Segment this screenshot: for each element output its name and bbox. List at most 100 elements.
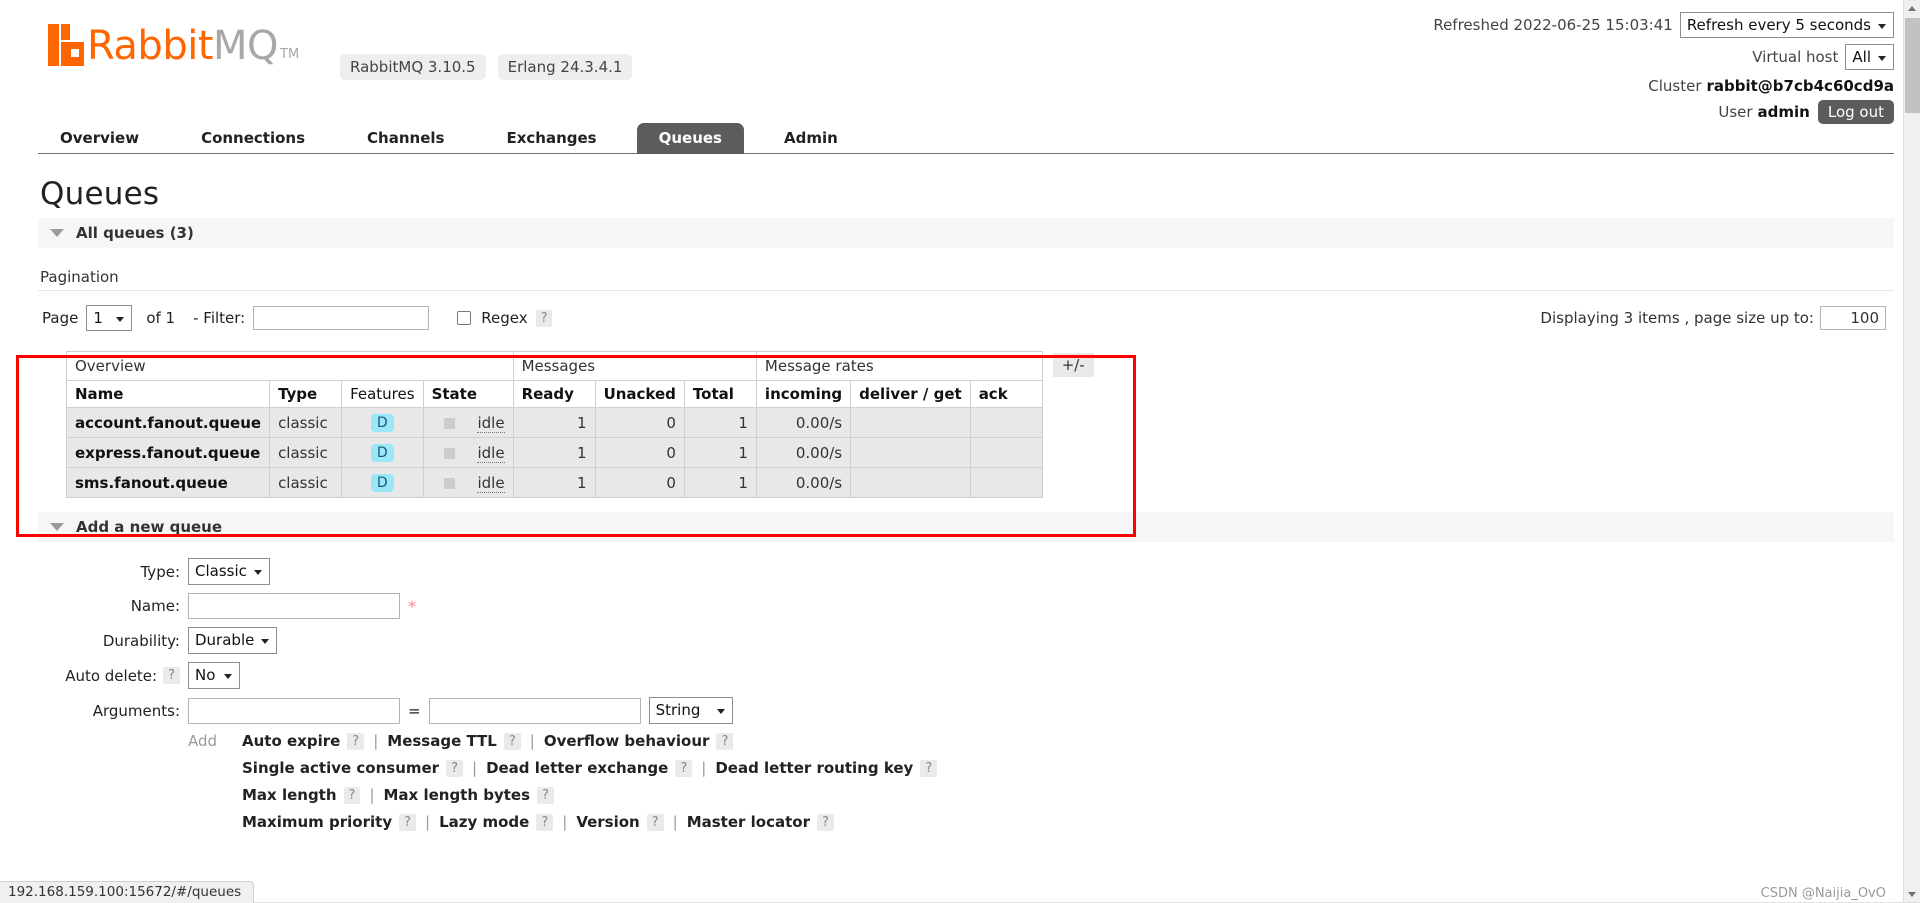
preset-overflow-behaviour[interactable]: Overflow behaviour <box>544 732 710 750</box>
auto-delete-select[interactable]: No <box>188 662 240 689</box>
collapse-caret-icon[interactable] <box>50 229 64 237</box>
preset-dead-letter-routing-key[interactable]: Dead letter routing key <box>715 759 913 777</box>
table-row[interactable]: express.fanout.queue classic D idle 1 0 … <box>65 437 1043 468</box>
dead-letter-exchange-help-icon[interactable]: ? <box>675 759 693 777</box>
page-size-input[interactable]: 100 <box>1820 306 1886 330</box>
version-badges: RabbitMQ 3.10.5 Erlang 24.3.4.1 <box>340 54 633 80</box>
queues-table-area: Overview Messages Message rates Name Typ… <box>38 341 1894 498</box>
rabbitmq-logo[interactable]: RabbitMQ TM <box>48 24 299 66</box>
column-header-ack[interactable]: ack <box>969 380 1043 408</box>
version-help-icon[interactable]: ? <box>646 813 664 831</box>
preset-message-ttl[interactable]: Message TTL <box>387 732 497 750</box>
add-queue-section-header[interactable]: Add a new queue <box>38 512 1894 542</box>
preset-separator: | <box>562 813 568 831</box>
scroll-down-arrow-icon[interactable] <box>1904 886 1920 903</box>
queue-features-cell: D <box>341 437 424 468</box>
queue-unacked-cell: 0 <box>594 407 685 438</box>
preset-version[interactable]: Version <box>576 813 639 831</box>
preset-max-length[interactable]: Max length <box>242 786 337 804</box>
max-length-help-icon[interactable]: ? <box>343 786 361 804</box>
regex-checkbox[interactable] <box>457 311 472 325</box>
column-header-state[interactable]: State <box>422 380 514 408</box>
single-active-consumer-help-icon[interactable]: ? <box>446 759 463 777</box>
vertical-scrollbar[interactable] <box>1903 0 1920 903</box>
message-ttl-help-icon[interactable]: ? <box>503 732 521 750</box>
argument-key-input[interactable] <box>188 697 400 724</box>
preset-auto-expire[interactable]: Auto expire <box>242 732 340 750</box>
column-header-ready[interactable]: Ready <box>512 380 596 408</box>
queue-unacked-cell: 0 <box>594 467 685 498</box>
queue-type-select[interactable]: Classic <box>188 558 270 585</box>
user-label: User <box>1718 103 1753 121</box>
maximum-priority-help-icon[interactable]: ? <box>399 813 417 831</box>
preset-maximum-priority[interactable]: Maximum priority <box>242 813 392 831</box>
column-header-total[interactable]: Total <box>683 380 757 408</box>
queue-ready-cell: 1 <box>512 467 596 498</box>
auto-delete-help-icon[interactable]: ? <box>163 667 180 684</box>
status-bar-url: 192.168.159.100:15672/#/queues <box>0 881 255 903</box>
column-header-deliver-get[interactable]: deliver / get <box>850 380 971 408</box>
scroll-up-arrow-icon[interactable] <box>1904 0 1920 17</box>
add-argument-link[interactable]: Add <box>188 732 224 750</box>
queue-ready-cell: 1 <box>512 437 596 468</box>
erlang-version-badge: Erlang 24.3.4.1 <box>497 54 633 80</box>
queue-name-cell[interactable]: sms.fanout.queue <box>65 467 271 498</box>
master-locator-help-icon[interactable]: ? <box>816 813 834 831</box>
main-navigation: Overview Connections Channels Exchanges … <box>38 122 1894 154</box>
page-number-select[interactable]: 1 <box>86 305 133 331</box>
logo-text-mq: MQ <box>213 23 279 69</box>
all-queues-section-header[interactable]: All queues (3) <box>38 218 1894 248</box>
tab-queues[interactable]: Queues <box>636 123 744 154</box>
column-header-unacked[interactable]: Unacked <box>594 380 685 408</box>
preset-dead-letter-exchange[interactable]: Dead letter exchange <box>486 759 668 777</box>
overflow-behaviour-help-icon[interactable]: ? <box>716 732 734 750</box>
column-header-features[interactable]: Features <box>341 380 424 408</box>
user-row: User admin Log out <box>1433 100 1894 124</box>
queue-name-cell[interactable]: express.fanout.queue <box>65 437 271 468</box>
argument-value-input[interactable] <box>428 697 641 724</box>
collapse-caret-icon[interactable] <box>50 523 64 531</box>
page-content: Queues All queues (3) Pagination Page 1 … <box>0 176 1920 831</box>
pagination-divider <box>38 290 1894 291</box>
tab-channels[interactable]: Channels <box>345 123 466 154</box>
cluster-name: rabbit@b7cb4c60cd9a <box>1706 77 1895 95</box>
dead-letter-routing-key-help-icon[interactable]: ? <box>920 759 938 777</box>
auto-expire-help-icon[interactable]: ? <box>347 732 365 750</box>
logout-button[interactable]: Log out <box>1817 100 1894 124</box>
queue-name-cell[interactable]: account.fanout.queue <box>65 407 271 438</box>
queue-state-text: idle <box>477 443 505 463</box>
preset-master-locator[interactable]: Master locator <box>687 813 810 831</box>
preset-single-active-consumer[interactable]: Single active consumer <box>242 759 439 777</box>
form-row-arguments: Arguments: = String <box>38 697 1894 724</box>
queue-state-text: idle <box>477 473 505 493</box>
page-header: RabbitMQ TM RabbitMQ 3.10.5 Erlang 24.3.… <box>0 0 1920 124</box>
group-header-messages: Messages <box>512 351 757 381</box>
tab-connections[interactable]: Connections <box>179 123 327 154</box>
table-row[interactable]: account.fanout.queue classic D idle 1 0 … <box>65 407 1043 438</box>
preset-max-length-bytes[interactable]: Max length bytes <box>384 786 531 804</box>
queue-ready-cell: 1 <box>512 407 596 438</box>
user-name: admin <box>1757 103 1810 121</box>
column-header-incoming[interactable]: incoming <box>755 380 852 408</box>
filter-input[interactable] <box>253 306 430 330</box>
table-row[interactable]: sms.fanout.queue classic D idle 1 0 1 0.… <box>65 467 1043 498</box>
column-toggle-button[interactable]: +/- <box>1052 353 1094 377</box>
scrollbar-thumb[interactable] <box>1905 18 1920 113</box>
vhost-select[interactable]: All <box>1845 44 1894 70</box>
durability-select[interactable]: Durable <box>188 627 278 654</box>
refresh-interval-select[interactable]: Refresh every 5 seconds <box>1679 12 1894 38</box>
argument-type-select[interactable]: String <box>648 697 733 724</box>
queue-name-input[interactable] <box>188 593 400 619</box>
tab-exchanges[interactable]: Exchanges <box>484 123 618 154</box>
column-header-name[interactable]: Name <box>65 380 271 408</box>
regex-help-icon[interactable]: ? <box>535 309 553 327</box>
column-header-type[interactable]: Type <box>269 380 343 408</box>
refresh-row: Refreshed 2022-06-25 15:03:41 Refresh ev… <box>1433 12 1894 38</box>
queue-total-cell: 1 <box>683 437 757 468</box>
lazy-mode-help-icon[interactable]: ? <box>536 813 554 831</box>
preset-lazy-mode[interactable]: Lazy mode <box>439 813 529 831</box>
tab-admin[interactable]: Admin <box>762 123 860 154</box>
queue-state-cell: idle <box>422 437 514 468</box>
tab-overview[interactable]: Overview <box>38 123 161 154</box>
max-length-bytes-help-icon[interactable]: ? <box>537 786 554 804</box>
